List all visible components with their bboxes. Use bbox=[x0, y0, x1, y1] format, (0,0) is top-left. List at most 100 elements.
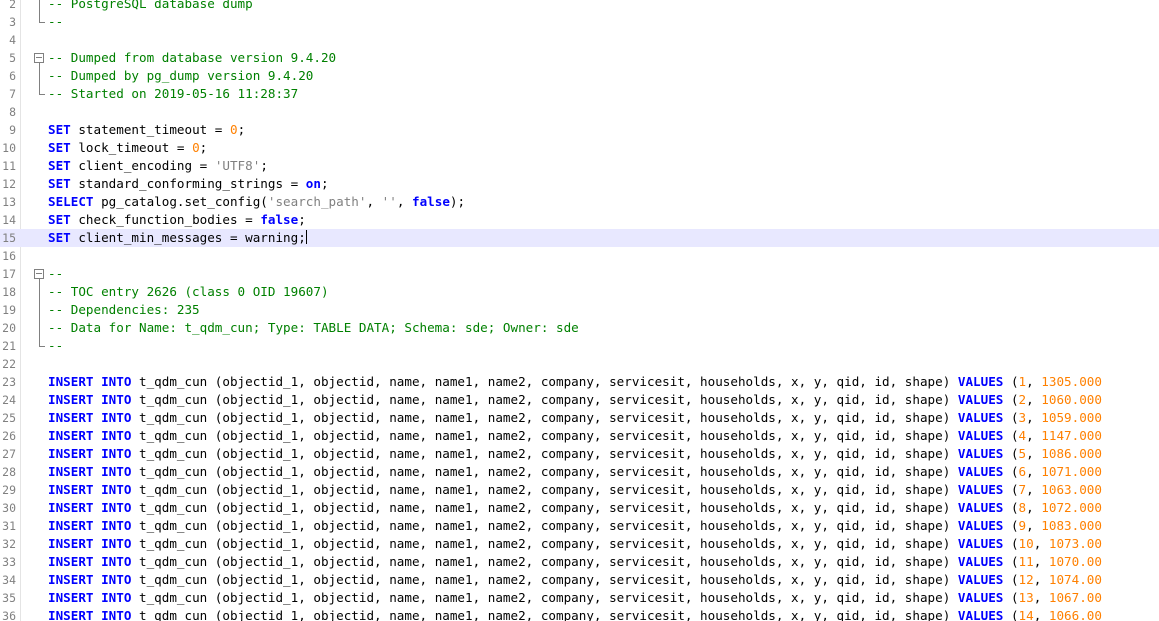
number-token: 0 bbox=[192, 140, 200, 155]
comment-token: -- TOC entry 2626 (class 0 OID 19607) bbox=[48, 284, 329, 299]
code-editor[interactable]: 2 -- PostgreSQL database dump 3 -- 4 5 -- Dump… bbox=[0, 0, 1159, 621]
code-text[interactable]: INSERT INTO t_qdm_cun (objectid_1, objec… bbox=[48, 409, 1102, 427]
code-text[interactable]: INSERT INTO t_qdm_cun (objectid_1, objec… bbox=[48, 481, 1102, 499]
plain-token: client_min_messages = warning; bbox=[70, 230, 306, 245]
code-line[interactable]: 11 SET client_encoding = 'UTF8'; bbox=[0, 157, 1159, 175]
code-line[interactable]: 20 -- Data for Name: t_qdm_cun; Type: TAB… bbox=[0, 319, 1159, 337]
code-line[interactable]: 29 INSERT INTO t_qdm_cun (objectid_1, obj… bbox=[0, 481, 1159, 499]
code-line[interactable]: 15 SET client_min_messages = warning; bbox=[0, 229, 1159, 247]
code-line[interactable]: 35 INSERT INTO t_qdm_cun (objectid_1, obj… bbox=[0, 589, 1159, 607]
code-line[interactable]: 23 INSERT INTO t_qdm_cun (objectid_1, obj… bbox=[0, 373, 1159, 391]
code-line[interactable]: 12 SET standard_conforming_strings = on; bbox=[0, 175, 1159, 193]
code-line[interactable]: 5 -- Dumped from database version 9.4.20 bbox=[0, 49, 1159, 67]
line-number: 13 bbox=[2, 195, 16, 209]
keyword-token: VALUES bbox=[957, 500, 1004, 515]
code-line[interactable]: 36 INSERT INTO t_qdm_cun (objectid_1, obj… bbox=[0, 607, 1159, 621]
code-text[interactable]: INSERT INTO t_qdm_cun (objectid_1, objec… bbox=[48, 373, 1102, 391]
number-token: 1070.00 bbox=[1048, 554, 1102, 569]
code-line[interactable]: 9 SET statement_timeout = 0; bbox=[0, 121, 1159, 139]
code-line[interactable]: 33 INSERT INTO t_qdm_cun (objectid_1, obj… bbox=[0, 553, 1159, 571]
code-line[interactable]: 32 INSERT INTO t_qdm_cun (objectid_1, obj… bbox=[0, 535, 1159, 553]
code-text[interactable]: SET lock_timeout = 0; bbox=[48, 139, 207, 157]
fold-collapse-icon[interactable] bbox=[33, 49, 45, 67]
code-text[interactable]: INSERT INTO t_qdm_cun (objectid_1, objec… bbox=[48, 571, 1102, 589]
keyword-token: VALUES bbox=[957, 590, 1004, 605]
code-line[interactable]: 8 bbox=[0, 103, 1159, 121]
fold-collapse-icon[interactable] bbox=[33, 265, 45, 283]
code-text[interactable]: -- PostgreSQL database dump bbox=[48, 0, 253, 13]
code-line[interactable]: 3 -- bbox=[0, 13, 1159, 31]
code-line[interactable]: 13 SELECT pg_catalog.set_config('search_p… bbox=[0, 193, 1159, 211]
code-text[interactable]: INSERT INTO t_qdm_cun (objectid_1, objec… bbox=[48, 553, 1102, 571]
editor-lines[interactable]: 2 -- PostgreSQL database dump 3 -- 4 5 -- Dump… bbox=[0, 0, 1159, 621]
code-text[interactable]: INSERT INTO t_qdm_cun (objectid_1, objec… bbox=[48, 427, 1102, 445]
code-text[interactable]: -- TOC entry 2626 (class 0 OID 19607) bbox=[48, 283, 329, 301]
plain-token: , bbox=[1033, 554, 1049, 569]
code-line[interactable]: 19 -- Dependencies: 235 bbox=[0, 301, 1159, 319]
code-text[interactable]: -- Started on 2019-05-16 11:28:37 bbox=[48, 85, 298, 103]
number-token: 3 bbox=[1018, 410, 1027, 425]
code-text[interactable]: -- Data for Name: t_qdm_cun; Type: TABLE… bbox=[48, 319, 579, 337]
plain-token: , bbox=[1033, 536, 1049, 551]
code-text[interactable]: -- Dumped from database version 9.4.20 bbox=[48, 49, 336, 67]
keyword-token: INSERT INTO bbox=[48, 428, 132, 443]
number-token: 1066.00 bbox=[1048, 608, 1102, 621]
code-line[interactable]: 34 INSERT INTO t_qdm_cun (objectid_1, obj… bbox=[0, 571, 1159, 589]
number-token: 1072.000 bbox=[1041, 500, 1102, 515]
keyword-token: INSERT INTO bbox=[48, 464, 132, 479]
code-text[interactable]: SET check_function_bodies = false; bbox=[48, 211, 306, 229]
code-text[interactable]: -- bbox=[48, 337, 63, 355]
code-line[interactable]: 17 -- bbox=[0, 265, 1159, 283]
code-text[interactable]: SELECT pg_catalog.set_config('search_pat… bbox=[48, 193, 465, 211]
plain-token: t_qdm_cun (objectid_1, objectid, name, n… bbox=[131, 392, 958, 407]
code-line[interactable]: 16 bbox=[0, 247, 1159, 265]
code-line[interactable]: 24 INSERT INTO t_qdm_cun (objectid_1, obj… bbox=[0, 391, 1159, 409]
keyword-token: VALUES bbox=[957, 482, 1004, 497]
code-line[interactable]: 27 INSERT INTO t_qdm_cun (objectid_1, obj… bbox=[0, 445, 1159, 463]
line-number: 25 bbox=[2, 411, 16, 425]
keyword-token: INSERT INTO bbox=[48, 590, 132, 605]
plain-token: t_qdm_cun (objectid_1, objectid, name, n… bbox=[131, 500, 958, 515]
code-text[interactable]: SET statement_timeout = 0; bbox=[48, 121, 245, 139]
code-text[interactable]: INSERT INTO t_qdm_cun (objectid_1, objec… bbox=[48, 391, 1102, 409]
code-text[interactable]: -- Dependencies: 235 bbox=[48, 301, 200, 319]
code-line[interactable]: 7 -- Started on 2019-05-16 11:28:37 bbox=[0, 85, 1159, 103]
code-text[interactable]: -- Dumped by pg_dump version 9.4.20 bbox=[48, 67, 313, 85]
plain-token: ( bbox=[1003, 374, 1019, 389]
number-token: 6 bbox=[1018, 464, 1027, 479]
code-text[interactable]: INSERT INTO t_qdm_cun (objectid_1, objec… bbox=[48, 445, 1102, 463]
plain-token: , bbox=[1033, 572, 1049, 587]
code-line[interactable]: 22 bbox=[0, 355, 1159, 373]
code-line[interactable]: 25 INSERT INTO t_qdm_cun (objectid_1, obj… bbox=[0, 409, 1159, 427]
code-line[interactable]: 31 INSERT INTO t_qdm_cun (objectid_1, obj… bbox=[0, 517, 1159, 535]
keyword-token: VALUES bbox=[957, 410, 1004, 425]
code-line[interactable]: 2 -- PostgreSQL database dump bbox=[0, 0, 1159, 13]
plain-token: ( bbox=[1003, 410, 1019, 425]
code-line[interactable]: 28 INSERT INTO t_qdm_cun (objectid_1, obj… bbox=[0, 463, 1159, 481]
code-line[interactable]: 21 -- bbox=[0, 337, 1159, 355]
code-text[interactable]: INSERT INTO t_qdm_cun (objectid_1, objec… bbox=[48, 607, 1102, 621]
keyword-token: on bbox=[305, 176, 321, 191]
code-text[interactable]: SET client_encoding = 'UTF8'; bbox=[48, 157, 268, 175]
code-line[interactable]: 30 INSERT INTO t_qdm_cun (objectid_1, obj… bbox=[0, 499, 1159, 517]
plain-token: t_qdm_cun (objectid_1, objectid, name, n… bbox=[131, 536, 958, 551]
keyword-token: INSERT INTO bbox=[48, 374, 132, 389]
code-text[interactable]: INSERT INTO t_qdm_cun (objectid_1, objec… bbox=[48, 499, 1102, 517]
code-line[interactable]: 14 SET check_function_bodies = false; bbox=[0, 211, 1159, 229]
code-line[interactable]: 26 INSERT INTO t_qdm_cun (objectid_1, obj… bbox=[0, 427, 1159, 445]
line-number: 29 bbox=[2, 483, 16, 497]
code-text[interactable]: INSERT INTO t_qdm_cun (objectid_1, objec… bbox=[48, 535, 1102, 553]
fold-end-marker bbox=[33, 85, 45, 103]
code-text[interactable]: INSERT INTO t_qdm_cun (objectid_1, objec… bbox=[48, 463, 1102, 481]
code-line[interactable]: 18 -- TOC entry 2626 (class 0 OID 19607) bbox=[0, 283, 1159, 301]
code-text[interactable]: SET standard_conforming_strings = on; bbox=[48, 175, 329, 193]
code-text[interactable]: -- bbox=[48, 265, 63, 283]
code-line[interactable]: 10 SET lock_timeout = 0; bbox=[0, 139, 1159, 157]
code-text[interactable]: INSERT INTO t_qdm_cun (objectid_1, objec… bbox=[48, 517, 1102, 535]
code-text[interactable]: INSERT INTO t_qdm_cun (objectid_1, objec… bbox=[48, 589, 1102, 607]
code-text[interactable]: SET client_min_messages = warning; bbox=[48, 229, 307, 247]
code-line[interactable]: 6 -- Dumped by pg_dump version 9.4.20 bbox=[0, 67, 1159, 85]
code-text[interactable]: -- bbox=[48, 13, 63, 31]
code-line[interactable]: 4 bbox=[0, 31, 1159, 49]
keyword-token: INSERT INTO bbox=[48, 392, 132, 407]
